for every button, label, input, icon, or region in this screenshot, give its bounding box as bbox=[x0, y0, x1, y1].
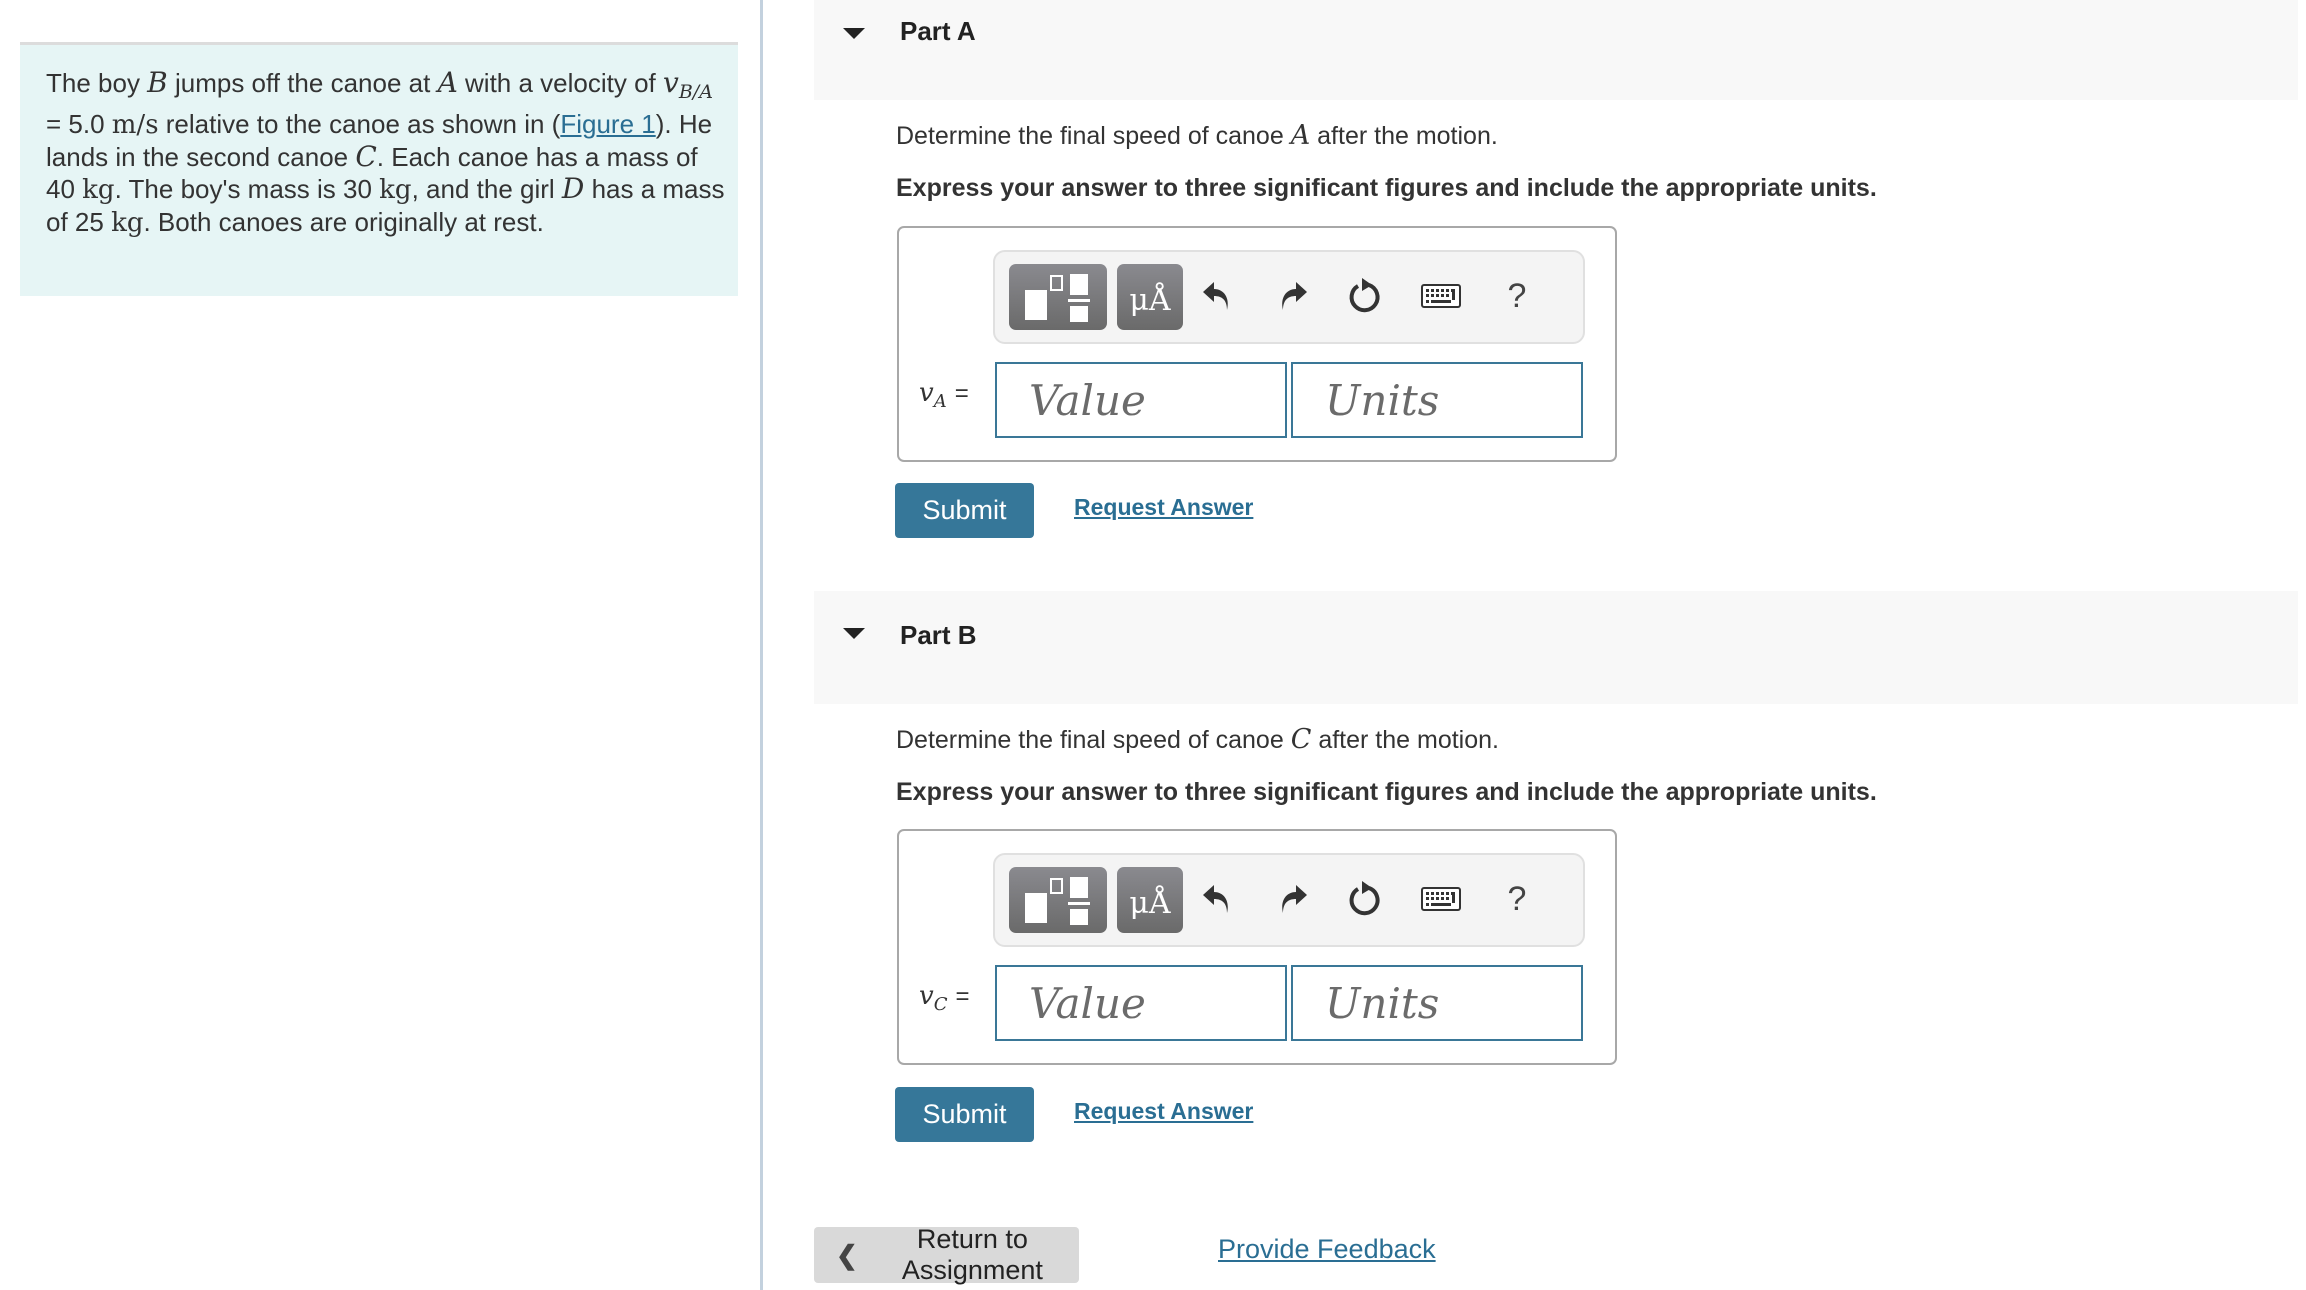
value-input[interactable] bbox=[995, 362, 1287, 438]
problem-text: The boy B jumps off the canoe at A with … bbox=[46, 67, 726, 239]
reset-button[interactable] bbox=[1343, 877, 1387, 921]
help-icon: ? bbox=[1507, 879, 1527, 918]
math-variable: B bbox=[147, 66, 168, 99]
undo-button[interactable] bbox=[1195, 274, 1239, 318]
prompt-text: after the motion. bbox=[1310, 122, 1498, 150]
variable-subscript: A bbox=[933, 391, 947, 413]
return-to-assignment-button[interactable]: ❮ Return to Assignment bbox=[814, 1224, 1079, 1285]
part-b-prompt: Determine the final speed of canoe C aft… bbox=[896, 724, 1499, 755]
problem-text-run: with a velocity of bbox=[457, 68, 663, 98]
redo-button[interactable] bbox=[1271, 274, 1315, 318]
variable-subscript: C bbox=[933, 994, 948, 1016]
part-b-title: Part B bbox=[900, 620, 977, 650]
equals-sign: = bbox=[955, 983, 970, 1010]
problem-text-run: = 5.0 bbox=[46, 109, 112, 140]
keyboard-icon bbox=[1421, 284, 1461, 308]
math-toolbar: μÅ ? bbox=[993, 250, 1585, 344]
problem-text-run: . The boy's mass is 30 bbox=[114, 174, 380, 205]
figure-link[interactable]: Figure 1 bbox=[560, 109, 655, 139]
problem-statement-panel: The boy B jumps off the canoe at A with … bbox=[20, 42, 738, 296]
templates-button[interactable] bbox=[1009, 867, 1107, 933]
part-a-title: Part A bbox=[900, 16, 976, 46]
keyboard-icon bbox=[1421, 887, 1461, 911]
units-input[interactable] bbox=[1291, 362, 1583, 438]
math-unit: kg bbox=[379, 175, 412, 206]
problem-text-run: . Both canoes are originally at rest. bbox=[143, 207, 544, 238]
undo-icon bbox=[1203, 885, 1228, 913]
help-button[interactable]: ? bbox=[1495, 877, 1539, 921]
math-unit: kg bbox=[111, 208, 144, 239]
variable-symbol: v bbox=[919, 981, 934, 1011]
reset-button[interactable] bbox=[1343, 274, 1387, 318]
templates-button[interactable] bbox=[1009, 264, 1107, 330]
redo-icon bbox=[1282, 885, 1307, 913]
math-variable: v bbox=[663, 66, 679, 99]
units-input[interactable] bbox=[1291, 965, 1583, 1041]
units-button[interactable]: μÅ bbox=[1117, 867, 1183, 933]
part-a-header[interactable]: Part A bbox=[814, 0, 2298, 100]
prompt-text: after the motion. bbox=[1311, 726, 1499, 754]
chevron-left-icon: ❮ bbox=[836, 1239, 858, 1270]
part-b-submit-button[interactable]: Submit bbox=[895, 1087, 1034, 1142]
collapse-triangle-icon[interactable] bbox=[843, 28, 865, 39]
templates-icon bbox=[1025, 877, 1090, 925]
help-button[interactable]: ? bbox=[1495, 274, 1539, 318]
math-variable: D bbox=[561, 172, 585, 206]
prompt-text: Determine the final speed of canoe bbox=[896, 726, 1291, 754]
part-a-submit-button[interactable]: Submit bbox=[895, 483, 1034, 538]
part-a-answer-box: μÅ ? vA = bbox=[897, 226, 1617, 462]
templates-icon bbox=[1025, 274, 1090, 322]
help-icon: ? bbox=[1507, 276, 1527, 315]
problem-text-run: jumps off the canoe at bbox=[167, 68, 438, 98]
collapse-triangle-icon[interactable] bbox=[843, 628, 865, 639]
keyboard-button[interactable] bbox=[1419, 274, 1463, 318]
part-a-request-answer-link[interactable]: Request Answer bbox=[1074, 494, 1253, 521]
prompt-variable: A bbox=[1290, 120, 1311, 151]
keyboard-button[interactable] bbox=[1419, 877, 1463, 921]
problem-text-run: The boy bbox=[46, 68, 148, 98]
provide-feedback-link[interactable]: Provide Feedback bbox=[1218, 1234, 1436, 1265]
prompt-variable: C bbox=[1290, 724, 1312, 755]
answer-variable-label: vC = bbox=[919, 981, 970, 1015]
equals-sign: = bbox=[954, 380, 969, 407]
redo-button[interactable] bbox=[1271, 877, 1315, 921]
redo-icon bbox=[1282, 282, 1307, 310]
panel-divider bbox=[760, 0, 763, 1290]
value-input[interactable] bbox=[995, 965, 1287, 1041]
problem-text-run: relative to the canoe as shown in ( bbox=[158, 109, 561, 140]
units-button[interactable]: μÅ bbox=[1117, 264, 1183, 330]
prompt-text: Determine the final speed of canoe bbox=[896, 122, 1291, 150]
math-unit: kg bbox=[82, 175, 115, 206]
undo-button[interactable] bbox=[1195, 877, 1239, 921]
math-unit: m/s bbox=[111, 110, 159, 141]
math-subscript: B/A bbox=[678, 81, 713, 104]
answer-variable-label: vA = bbox=[919, 378, 969, 412]
units-icon: μÅ bbox=[1129, 283, 1171, 318]
part-b-header[interactable]: Part B bbox=[814, 591, 2298, 704]
return-label: Return to Assignment bbox=[901, 1224, 1043, 1285]
math-toolbar: μÅ ? bbox=[993, 853, 1585, 947]
part-b-answer-box: μÅ ? vC = bbox=[897, 829, 1617, 1065]
units-icon: μÅ bbox=[1129, 886, 1171, 921]
problem-text-run: , and the girl bbox=[411, 174, 562, 205]
part-b-instruction: Express your answer to three significant… bbox=[896, 778, 1877, 806]
reset-icon bbox=[1349, 278, 1380, 313]
math-variable: C bbox=[355, 140, 377, 174]
part-a-instruction: Express your answer to three significant… bbox=[896, 174, 1877, 202]
math-variable: A bbox=[437, 66, 458, 99]
reset-icon bbox=[1349, 881, 1380, 916]
part-a-prompt: Determine the final speed of canoe A aft… bbox=[896, 120, 1498, 151]
part-b-request-answer-link[interactable]: Request Answer bbox=[1074, 1098, 1253, 1125]
variable-symbol: v bbox=[919, 378, 934, 408]
undo-icon bbox=[1203, 282, 1228, 310]
